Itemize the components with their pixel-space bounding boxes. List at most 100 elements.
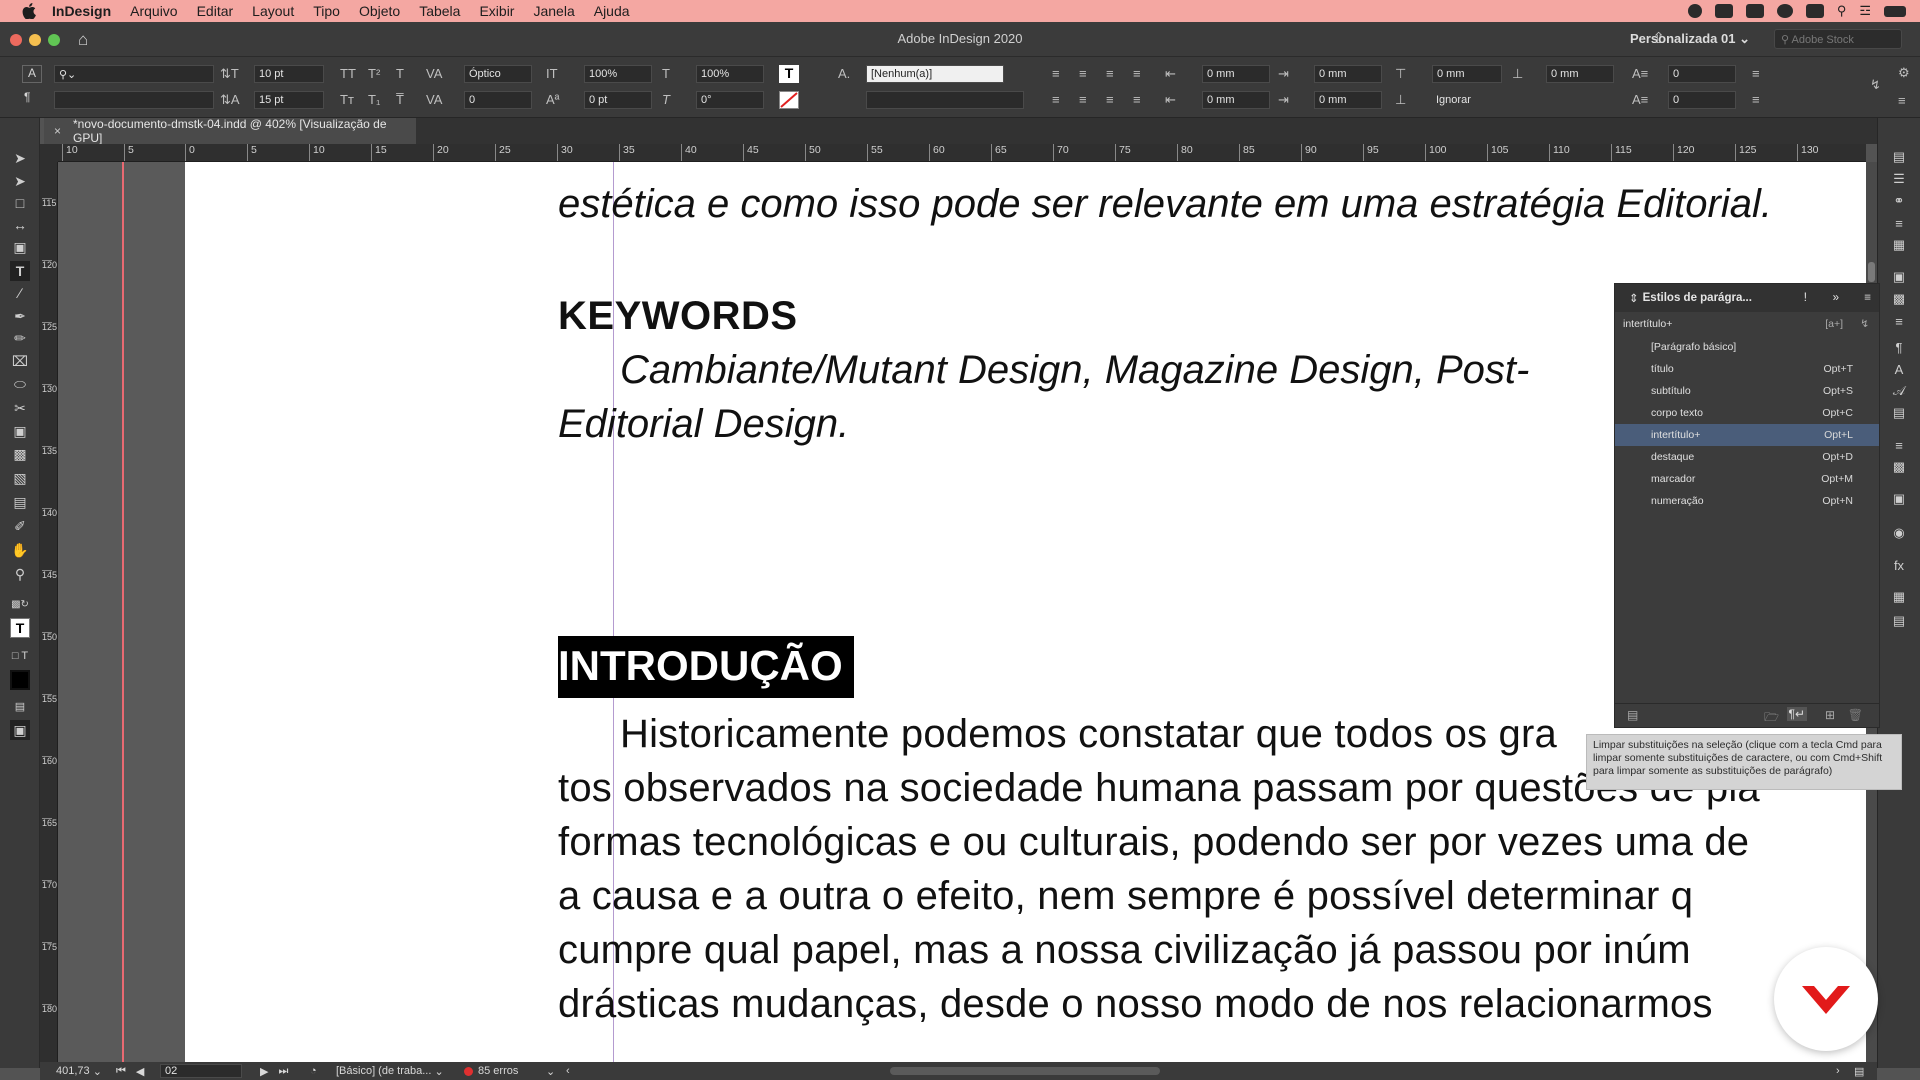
open-folder-icon[interactable]: ◔ — [310, 1065, 317, 1077]
style-row-titulo[interactable]: título Opt+T — [1615, 358, 1879, 380]
default-colors-icon[interactable]: ▩↻ — [10, 594, 30, 614]
font-family-field[interactable]: ⚲⌄ — [54, 65, 214, 83]
ruler-origin[interactable] — [40, 144, 58, 162]
subscript-icon[interactable]: T₁ — [368, 92, 380, 107]
style-row-paragrafo-basico[interactable]: [Parágrafo básico] — [1615, 336, 1879, 358]
last-page-icon[interactable]: ⏭ — [278, 1065, 288, 1078]
numbering-icon[interactable]: ≡ — [1752, 92, 1760, 107]
paragraph-mode-icon[interactable]: ¶ — [24, 90, 30, 104]
keywords-heading[interactable]: KEYWORDS — [558, 294, 798, 339]
font-size-field[interactable]: 10 pt — [254, 65, 324, 83]
zoom-level[interactable]: 401,73 — [56, 1065, 90, 1077]
new-style-icon[interactable]: [a+] — [1825, 318, 1843, 330]
align-left-icon[interactable]: ≡ — [1052, 66, 1060, 81]
body-line[interactable]: Historicamente podemos constatar que tod… — [620, 712, 1557, 757]
selection-tool-icon[interactable]: ➤ — [10, 148, 30, 168]
baseline-shift-field[interactable]: 0 pt — [584, 91, 652, 109]
dropbox-icon[interactable] — [1745, 4, 1764, 18]
menu-objeto[interactable]: Objeto — [359, 3, 400, 19]
note-tool-icon[interactable]: ▤ — [10, 492, 30, 512]
left-indent-field[interactable]: 0 mm — [1202, 65, 1270, 83]
mustache-icon[interactable] — [1805, 4, 1824, 18]
scissors-tool-icon[interactable]: ✂ — [10, 398, 30, 418]
formatting-affects-text-icon[interactable]: □ T — [10, 646, 30, 666]
free-transform-tool-icon[interactable]: ▣ — [10, 421, 30, 441]
record-icon[interactable] — [1687, 4, 1702, 18]
first-page-icon[interactable]: ⏮ — [116, 1065, 126, 1078]
color-panel-icon[interactable]: ◉ — [1889, 524, 1909, 542]
menu-app-name[interactable]: InDesign — [52, 3, 111, 19]
vertical-scale-field[interactable]: 100% — [584, 65, 652, 83]
text-fill-swatch[interactable]: T — [779, 65, 799, 83]
paragraph-panel-icon[interactable]: ¶ — [1889, 338, 1909, 356]
pages-panel-icon[interactable]: ▤ — [1889, 148, 1909, 166]
drop-cap-lines-field[interactable]: 0 — [1668, 65, 1736, 83]
scroll-left-icon[interactable]: ‹ — [566, 1065, 570, 1077]
lightning-icon[interactable]: ↯ — [1860, 318, 1869, 330]
character-mode-icon[interactable]: A — [22, 65, 42, 83]
space-after-field[interactable]: 0 mm — [1546, 65, 1614, 83]
previous-page-icon[interactable]: ◀ — [136, 1065, 144, 1078]
paragraph-style-field[interactable] — [866, 91, 1024, 109]
document-canvas[interactable]: estética e como isso pode ser relevante … — [58, 162, 1866, 1062]
page-tool-icon[interactable]: □ — [10, 193, 30, 213]
drop-cap-chars-field[interactable]: 0 — [1668, 91, 1736, 109]
preflight-profile[interactable]: [Básico] (de traba... — [336, 1065, 431, 1077]
keywords-line-2[interactable]: Editorial Design. — [558, 402, 849, 447]
direct-selection-tool-icon[interactable]: ➤ — [10, 171, 30, 191]
style-row-marcador[interactable]: marcador Opt+M — [1615, 468, 1879, 490]
adobe-stock-search[interactable]: ⚲ Adobe Stock — [1774, 29, 1902, 49]
text-wrap-icon[interactable]: ▩ — [1889, 290, 1909, 308]
type-tool-icon[interactable]: T — [10, 261, 30, 281]
align-panel-icon[interactable]: ≡ — [1889, 312, 1909, 330]
layers-panel-icon[interactable]: ☰ — [1889, 170, 1909, 188]
stroke-panel-icon[interactable]: ≡ — [1889, 214, 1909, 232]
tracking-field[interactable]: 0 — [464, 91, 532, 109]
horizontal-scroll-thumb[interactable] — [890, 1067, 1160, 1075]
pencil-tool-icon[interactable]: ✏ — [10, 328, 30, 348]
underline-icon[interactable]: T — [396, 66, 404, 81]
body-line[interactable]: a causa e a outra o efeito, nem sempre é… — [558, 874, 1693, 919]
content-collector-icon[interactable]: ▣ — [10, 237, 30, 257]
vertical-ruler[interactable]: 115 120 125 130 135 140 145 150 155 160 … — [40, 162, 58, 1062]
justify-all-icon[interactable]: ≡ — [1133, 92, 1141, 107]
document-tab[interactable]: × *novo-documento-dmstk-04.indd @ 402% [… — [44, 117, 416, 145]
load-styles-icon[interactable]: ▤ — [1627, 708, 1638, 722]
all-caps-icon[interactable]: TT — [340, 66, 356, 81]
gradient-swatch-tool-icon[interactable]: ▩ — [10, 444, 30, 464]
table-panel-icon[interactable]: ▦ — [1889, 588, 1909, 606]
pen-tool-icon[interactable]: ✒ — [10, 306, 30, 326]
last-line-indent-field[interactable]: 0 mm — [1314, 91, 1382, 109]
close-tab-icon[interactable]: × — [54, 124, 61, 138]
apple-icon[interactable] — [20, 2, 38, 20]
space-before-field[interactable]: 0 mm — [1432, 65, 1502, 83]
glyphs-panel-icon[interactable]: 𝒜 — [1889, 382, 1909, 400]
battery-icon[interactable] — [1884, 5, 1906, 17]
justify-icon[interactable]: ≡ — [1133, 66, 1141, 81]
menu-janela[interactable]: Janela — [533, 3, 574, 19]
links-panel-icon[interactable]: ⚭ — [1889, 192, 1909, 210]
body-line[interactable]: drásticas mudanças, desde o nosso modo d… — [558, 982, 1713, 1027]
small-caps-icon[interactable]: Tᴛ — [340, 92, 354, 107]
hand-tool-icon[interactable]: ✋ — [10, 540, 30, 560]
style-row-corpo-texto[interactable]: corpo texto Opt+C — [1615, 402, 1879, 424]
style-row-numeracao[interactable]: numeração Opt+N — [1615, 490, 1879, 512]
collapse-panel-icon[interactable]: » — [1833, 292, 1839, 304]
horizontal-scale-field[interactable]: 100% — [696, 65, 764, 83]
panel-menu-icon[interactable]: ≡ — [1898, 93, 1906, 108]
justify-last-center-icon[interactable]: ≡ — [1079, 92, 1087, 107]
font-style-field[interactable] — [54, 91, 214, 109]
swatches-panel-icon[interactable]: ▦ — [1889, 236, 1909, 254]
eyedropper-tool-icon[interactable]: ✐ — [10, 516, 30, 536]
intro-heading-selected[interactable]: INTRODUÇÃO — [558, 636, 854, 698]
menu-ajuda[interactable]: Ajuda — [594, 3, 630, 19]
trash-icon[interactable]: 🗑 — [1848, 708, 1863, 722]
clear-overrides-icon[interactable]: ¶↵ — [1786, 707, 1807, 721]
right-indent-field[interactable]: 0 mm — [1314, 65, 1382, 83]
collapse-icon[interactable]: ⇕ — [1629, 291, 1639, 305]
workspace-switcher[interactable]: Personalizada 01 ⌄ — [1630, 31, 1750, 47]
strikethrough-icon[interactable]: T̅ — [396, 92, 404, 107]
new-group-icon[interactable]: 🗁 — [1764, 708, 1779, 729]
scroll-thumb[interactable] — [1868, 262, 1875, 282]
style-row-destaque[interactable]: destaque Opt+D — [1615, 446, 1879, 468]
